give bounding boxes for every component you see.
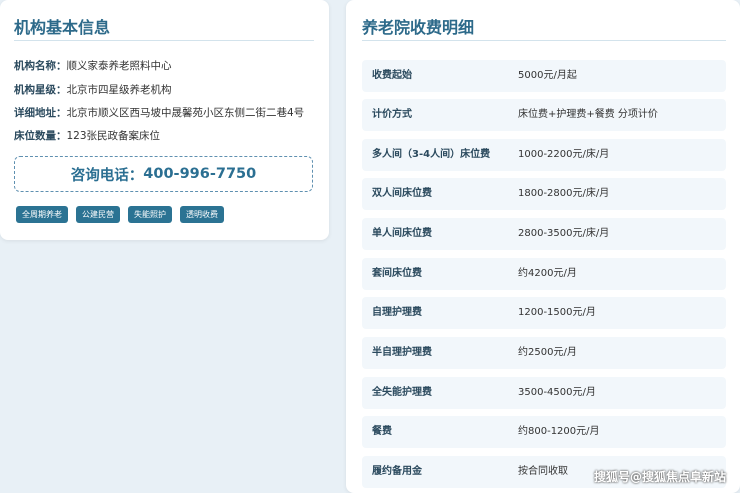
info-row-address: 详细地址：北京市顺义区西马坡中晟馨苑小区东侧二街二巷4号 [14,105,304,120]
fee-row: 多人间（3-4人间）床位费 1000-2200元/床/月 [362,139,726,171]
info-label: 详细地址： [14,107,67,119]
fee-label: 收费起始 [372,70,412,81]
fee-value: 3500-4500元/月 [518,387,596,398]
fee-label: 单人间床位费 [372,228,432,239]
fee-value: 约800-1200元/月 [518,426,600,437]
fee-row: 计价方式 床位费+护理费+餐费 分项计价 [362,99,726,131]
basic-info-divider [14,40,314,41]
fees-divider [362,40,726,41]
fee-row: 半自理护理费 约2500元/月 [362,337,726,369]
fee-row: 收费起始 5000元/月起 [362,60,726,92]
fee-label: 餐费 [372,426,392,437]
fee-row: 单人间床位费 2800-3500元/床/月 [362,218,726,250]
fee-label: 套间床位费 [372,268,422,279]
fee-value: 1800-2800元/床/月 [518,188,610,199]
fee-label: 双人间床位费 [372,188,432,199]
info-row-rating: 机构星级：北京市四星级养老机构 [14,82,172,97]
watermark: 搜狐号@搜狐焦点阜新站 [593,470,726,484]
tag-transparent-fees: 透明收费 [180,206,224,223]
info-label: 机构星级： [14,84,67,96]
phone-number[interactable]: 400-996-7750 [143,166,256,182]
info-value: 顺义家泰养老照料中心 [66,60,172,72]
tag-list: 全周期养老 公建民营 失能照护 透明收费 [16,206,224,223]
fee-label: 计价方式 [372,109,412,120]
info-row-beds: 床位数量：123张民政备案床位 [14,128,160,143]
fee-label: 多人间（3-4人间）床位费 [372,149,491,160]
fee-row: 餐费 约800-1200元/月 [362,416,726,448]
fee-label: 自理护理费 [372,307,422,318]
phone-box[interactable]: 咨询电话： 400-996-7750 [14,156,313,192]
fee-row: 双人间床位费 1800-2800元/床/月 [362,178,726,210]
fee-label: 半自理护理费 [372,347,432,358]
fee-value: 2800-3500元/床/月 [518,228,610,239]
fee-value: 1000-2200元/床/月 [518,149,610,160]
fee-value: 5000元/月起 [518,70,577,81]
fee-label: 履约备用金 [372,466,422,477]
info-value: 北京市四星级养老机构 [66,84,172,96]
fee-value: 约2500元/月 [518,347,577,358]
info-label: 机构名称： [14,60,67,72]
fee-label: 全失能护理费 [372,387,432,398]
fee-row: 自理护理费 1200-1500元/月 [362,297,726,329]
fee-row: 全失能护理费 3500-4500元/月 [362,377,726,409]
basic-info-title: 机构基本信息 [14,18,111,37]
tag-disability-care: 失能照护 [128,206,172,223]
fees-title: 养老院收费明细 [362,18,475,37]
info-row-name: 机构名称：顺义家泰养老照料中心 [14,58,172,73]
info-value: 123张民政备案床位 [66,130,161,142]
basic-info-card: 机构基本信息 机构名称：顺义家泰养老照料中心 机构星级：北京市四星级养老机构 详… [0,0,329,240]
fee-value: 床位费+护理费+餐费 分项计价 [518,109,658,120]
tag-public-private: 公建民营 [76,206,120,223]
phone-label: 咨询电话： [70,167,144,184]
info-label: 床位数量： [14,130,67,142]
fee-row: 套间床位费 约4200元/月 [362,258,726,290]
fee-value: 1200-1500元/月 [518,307,596,318]
fees-card: 养老院收费明细 收费起始 5000元/月起 计价方式 床位费+护理费+餐费 分项… [346,0,740,493]
tag-full-cycle: 全周期养老 [16,206,68,223]
fee-value: 约4200元/月 [518,268,577,279]
fee-value: 按合同收取 [518,466,568,477]
info-value: 北京市顺义区西马坡中晟馨苑小区东侧二街二巷4号 [66,107,305,119]
